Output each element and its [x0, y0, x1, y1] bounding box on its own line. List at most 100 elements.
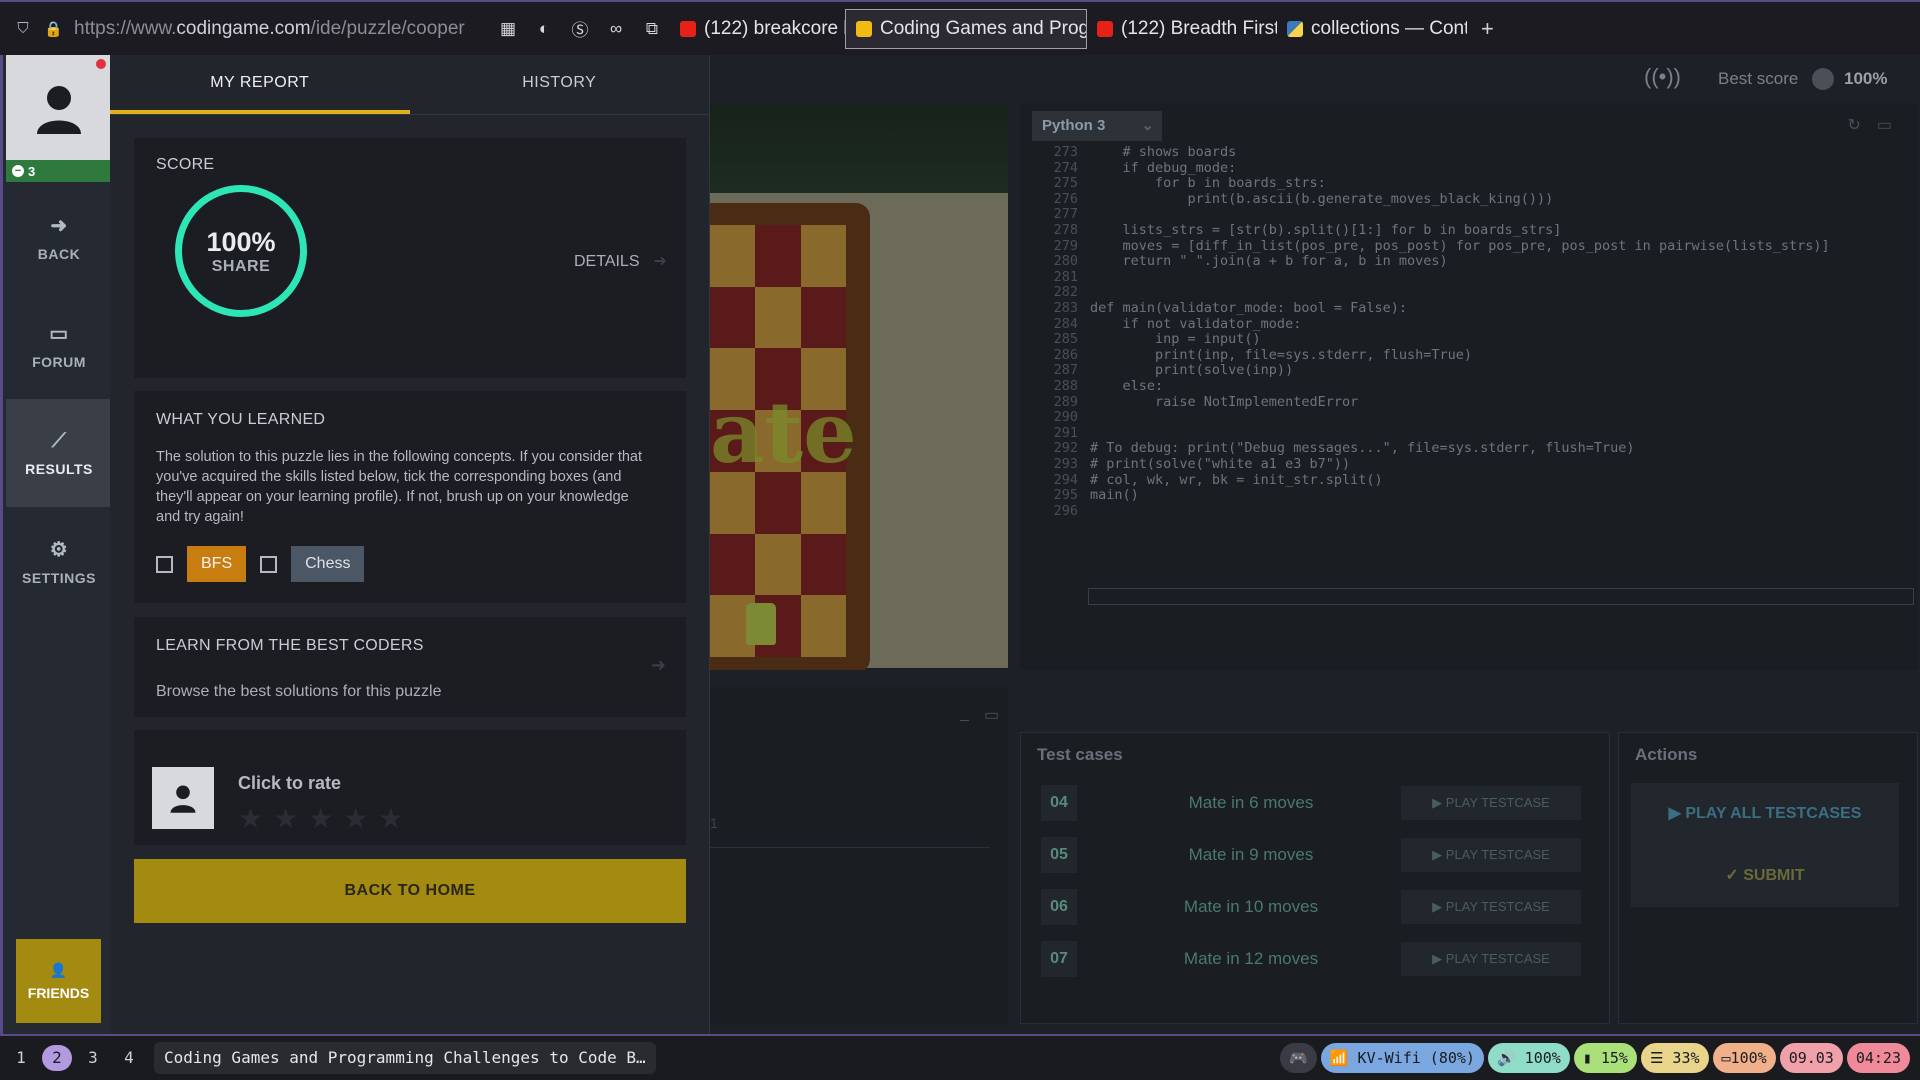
best-score-label: Best score [1718, 69, 1799, 88]
code-area[interactable]: 273 # shows boards 274 if debug_mode: 275 … [1020, 144, 1918, 661]
score-ring[interactable]: 100% SHARE [175, 185, 307, 317]
friend-icon: 👤 [49, 961, 68, 978]
date-display: 09.03 [1779, 1043, 1843, 1073]
friends-button[interactable]: 👤 FRIENDS [16, 939, 101, 1023]
extension-puzzle-icon[interactable]: ⧉ [634, 19, 670, 39]
sidebar-item-back[interactable]: ➜ BACK [6, 183, 112, 291]
sidebar-item-label: FORUM [32, 353, 86, 370]
best-coders-title: LEARN FROM THE BEST CODERS [156, 637, 424, 654]
play-testcase-button[interactable]: ▶ PLAY TESTCASE [1401, 942, 1581, 976]
line-text: raise NotImplementedError [1090, 393, 1359, 410]
score-percent: 100% [206, 226, 276, 257]
tag-chess[interactable]: Chess [291, 546, 365, 582]
tab-breakcore[interactable]: (122) breakcore bu [670, 9, 845, 49]
viewer-backdrop [710, 103, 1008, 193]
discord-icon[interactable]: 🎮 [1280, 1043, 1317, 1073]
minimize-icon[interactable]: _ [960, 705, 969, 723]
notification-dot [96, 59, 106, 69]
broadcast-icon[interactable]: ((•)) [1644, 64, 1681, 90]
rook-piece-icon [746, 603, 776, 645]
tag-bfs[interactable]: BFS [187, 546, 247, 582]
best-coders-card[interactable]: LEARN FROM THE BEST CODERS Browse the be… [134, 617, 686, 717]
fullscreen-icon[interactable]: ▭ [1877, 117, 1908, 134]
tab-collections[interactable]: collections — Cont [1277, 9, 1467, 49]
learned-card: WHAT YOU LEARNED The solution to this pu… [134, 391, 686, 603]
play-testcase-button[interactable]: ▶ PLAY TESTCASE [1401, 890, 1581, 924]
tab-title: Coding Games and Programmin [880, 17, 1086, 39]
sidebar-item-forum[interactable]: ▭ FORUM [6, 291, 112, 399]
tab-history[interactable]: HISTORY [410, 55, 710, 114]
test-case-number: 04 [1041, 785, 1077, 821]
tab-my-report[interactable]: MY REPORT [110, 55, 410, 114]
sidebar-item-results[interactable]: ⟋ RESULTS [6, 399, 112, 507]
sidebar-item-settings[interactable]: ⚙ SETTINGS [6, 507, 112, 615]
sidebar: − 3 ➜ BACK ▭ FORUM ⟋ RESULTS ⚙ SETTINGS … [0, 55, 112, 1034]
play-testcase-button[interactable]: ▶ PLAY TESTCASE [1401, 838, 1581, 872]
test-case-row[interactable]: 04 Mate in 6 moves ▶ PLAY TESTCASE [1031, 779, 1601, 827]
workspace-1[interactable]: 1 [6, 1045, 36, 1071]
extension-glasses-icon[interactable]: ∞ [598, 19, 634, 39]
user-icon [170, 785, 196, 813]
actions-panel: Actions ▶ PLAY ALL TESTCASES ✓ SUBMIT [1618, 732, 1918, 1024]
best-score-value: 100% [1844, 69, 1888, 88]
best-coders-subtitle: Browse the best solutions for this puzzl… [156, 683, 442, 700]
learned-title: WHAT YOU LEARNED [156, 411, 326, 428]
wifi-status[interactable]: 📶 KV-Wifi (80%) [1320, 1043, 1484, 1073]
language-select[interactable]: Python 3 ⌄ [1032, 111, 1162, 141]
reset-icon[interactable]: ↻ [1847, 117, 1876, 134]
extension-s-icon[interactable]: Ⓢ [562, 16, 598, 41]
test-cases-title: Test cases [1037, 745, 1123, 764]
author-avatar [152, 767, 214, 829]
bfs-checkbox[interactable] [156, 555, 173, 573]
workspace-3[interactable]: 3 [78, 1045, 108, 1071]
extension-grid-icon[interactable]: ▦ [490, 19, 526, 39]
back-to-home-button[interactable]: BACK TO HOME [134, 859, 686, 923]
rating-stars[interactable]: ★★★★★ [238, 802, 414, 835]
tab-breadth-first[interactable]: (122) Breadth First [1087, 9, 1277, 49]
arrow-left-icon: ➜ [50, 214, 68, 237]
test-case-number: 05 [1041, 837, 1077, 873]
battery-status: ▭100% [1712, 1043, 1776, 1073]
console-panel[interactable]: _ ▭ 1 [710, 687, 1008, 1025]
code-editor[interactable]: Python 3 ⌄ ↻▭ 273 # shows boards 274 if de… [1020, 103, 1918, 670]
play-testcase-button[interactable]: ▶ PLAY TESTCASE [1401, 786, 1581, 820]
details-link[interactable]: DETAILS ➜ [574, 251, 667, 271]
avatar[interactable] [6, 55, 112, 160]
volume-status[interactable]: 🔊 100% [1487, 1043, 1570, 1073]
ide-background: ((•)) Best score 100% ate _ ▭ 1 Python 3… [710, 55, 1920, 1034]
address-bar[interactable]: ⛉ 🔒 https://www.codingame.com/ide/puzzle… [0, 9, 490, 49]
test-cases-panel: Test cases 04 Mate in 6 moves ▶ PLAY TESTC… [1020, 732, 1610, 1024]
board-overlay-text: ate [710, 383, 857, 482]
user-icon [37, 85, 81, 134]
game-viewer[interactable]: ate [710, 103, 1008, 670]
arrow-right-icon: ➜ [653, 253, 667, 270]
shield-icon[interactable]: ⛉ [14, 20, 32, 37]
url-text[interactable]: https://www.codingame.com/ide/puzzle/coo… [74, 18, 489, 40]
test-case-row[interactable]: 05 Mate in 9 moves ▶ PLAY TESTCASE [1031, 831, 1601, 879]
report-panel: MY REPORT HISTORY SCORE 100% SHARE DETAI… [110, 55, 710, 1034]
test-case-name: Mate in 9 moves [1188, 845, 1314, 864]
extension-privacy-icon[interactable]: ◐ [526, 19, 562, 39]
youtube-icon [1097, 20, 1113, 37]
level-icon: − [12, 165, 24, 177]
tab-title: (122) Breadth First [1121, 17, 1277, 39]
play-all-testcases-button[interactable]: ▶ PLAY ALL TESTCASES [1631, 783, 1899, 845]
new-tab-button[interactable]: + [1481, 16, 1494, 42]
test-case-row[interactable]: 07 Mate in 12 moves ▶ PLAY TESTCASE [1031, 935, 1601, 983]
workspace-2[interactable]: 2 [42, 1045, 72, 1071]
tab-title: (122) breakcore bu [704, 17, 845, 39]
arrow-right-icon: ➜ [650, 655, 666, 675]
active-window-title[interactable]: Coding Games and Programming Challenges … [154, 1042, 656, 1074]
taskbar: 1 2 3 4 Coding Games and Programming Cha… [0, 1034, 1920, 1080]
maximize-icon[interactable]: ▭ [984, 705, 999, 725]
share-label: SHARE [211, 257, 271, 275]
submit-button[interactable]: ✓ SUBMIT [1631, 845, 1899, 907]
rate-label: Click to rate [238, 773, 342, 793]
score-chart-icon [1812, 68, 1834, 90]
workspace-4[interactable]: 4 [114, 1045, 144, 1071]
chess-checkbox[interactable] [260, 555, 278, 573]
lock-icon: 🔒 [44, 20, 63, 38]
actions-title: Actions [1635, 745, 1698, 764]
tab-codingame[interactable]: Coding Games and Programmin [845, 8, 1087, 49]
test-case-row[interactable]: 06 Mate in 10 moves ▶ PLAY TESTCASE [1031, 883, 1601, 931]
